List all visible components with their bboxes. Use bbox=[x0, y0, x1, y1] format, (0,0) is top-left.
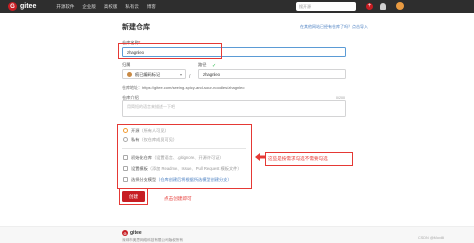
top-navbar: G gitee 开源软件 企业版 高校版 私有云 博客 搜开源 + bbox=[0, 0, 474, 13]
address-label: 仓库地址： bbox=[122, 85, 142, 90]
repo-address: 仓库地址：https://gitee.com/seeing-spicy-and-… bbox=[122, 85, 245, 91]
footer-logo-icon: G bbox=[122, 230, 128, 236]
page-title: 新建仓库 bbox=[122, 24, 150, 31]
gitee-logo-icon: G bbox=[8, 2, 17, 11]
nav-item-education[interactable]: 高校版 bbox=[104, 4, 118, 10]
annotation-box-repo-name bbox=[118, 43, 222, 59]
nav-links: 开源软件 企业版 高校版 私有云 博客 bbox=[56, 4, 164, 10]
chevron-down-icon: ▾ bbox=[179, 72, 182, 77]
annotation-box-options bbox=[117, 124, 252, 189]
owner-value: 痕已编码标记 bbox=[135, 72, 161, 77]
watermark: CSDN @Moxilli bbox=[418, 236, 445, 240]
footer-logo-text: gitee bbox=[130, 230, 142, 236]
import-link[interactable]: 在其他网站已经有仓库了吗？点击导入 bbox=[300, 24, 368, 30]
footer-logo: G gitee bbox=[122, 230, 142, 236]
owner-label: 归属 bbox=[122, 62, 131, 67]
intro-textarea[interactable]: 用简短的语言来描述一下吧 bbox=[122, 100, 346, 117]
path-label: 路径 bbox=[198, 62, 207, 67]
gitee-logo-text: gitee bbox=[20, 3, 37, 10]
footer-company: 深圳市奥思网络科技有限公司版权所有 bbox=[122, 238, 184, 242]
arrow-left-icon bbox=[255, 153, 265, 161]
nav-item-private-cloud[interactable]: 私有云 bbox=[125, 4, 139, 10]
annotation-box-create bbox=[119, 188, 148, 205]
owner-avatar bbox=[127, 72, 132, 78]
footer: G gitee 深圳市奥思网络科技有限公司版权所有 CSDN @Moxilli bbox=[0, 226, 474, 243]
path-input[interactable]: zhagnleo bbox=[198, 69, 346, 79]
address-value: https://gitee.com/seeing-spicy-and-sour-… bbox=[142, 85, 245, 90]
owner-select[interactable]: 痕已编码标记 ▾ bbox=[122, 69, 186, 79]
nav-search-input[interactable]: 搜开源 bbox=[296, 2, 356, 11]
gitee-logo[interactable]: G gitee bbox=[8, 2, 36, 11]
avatar[interactable] bbox=[396, 2, 404, 10]
annotation-bottom-note: 点击创建即可 bbox=[164, 196, 192, 201]
plus-icon[interactable]: + bbox=[366, 3, 373, 10]
path-separator: / bbox=[189, 74, 191, 80]
nav-item-enterprise[interactable]: 企业版 bbox=[82, 4, 96, 10]
bell-icon[interactable] bbox=[380, 3, 386, 10]
annotation-side-note: 这些是按需求勾选不需要勾选 bbox=[268, 156, 328, 161]
nav-item-blog[interactable]: 博客 bbox=[147, 4, 156, 10]
nav-item-open-source[interactable]: 开源软件 bbox=[56, 4, 74, 10]
